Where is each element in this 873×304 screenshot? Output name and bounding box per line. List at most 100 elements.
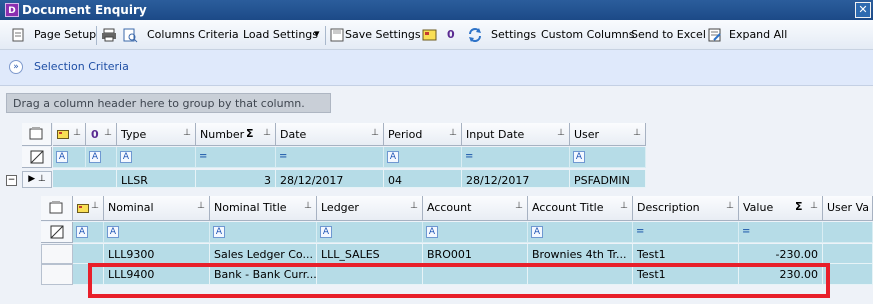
send-to-excel-button[interactable]: Send to Excel bbox=[631, 28, 706, 41]
child-header-ledger[interactable]: Ledger ⊥ bbox=[317, 196, 423, 221]
close-button[interactable]: ✕ bbox=[855, 2, 871, 18]
load-settings-button[interactable]: Load Settings bbox=[243, 28, 318, 41]
parent-filter-period[interactable]: A bbox=[384, 147, 462, 168]
parent-note-header[interactable]: ⊥ bbox=[53, 123, 86, 146]
header-label: Date bbox=[280, 128, 307, 141]
filter-equals-icon: = bbox=[465, 151, 474, 162]
expand-all-button[interactable]: Expand All bbox=[729, 28, 787, 41]
child-header-description[interactable]: Description ⊥ bbox=[633, 196, 739, 221]
child-row-value[interactable]: 230.00 bbox=[739, 264, 823, 285]
child-header-user-value[interactable]: User Va bbox=[823, 196, 873, 221]
parent-row-date[interactable]: 28/12/2017 bbox=[276, 170, 384, 188]
parent-filter-user[interactable]: A bbox=[570, 147, 646, 168]
parent-header-period[interactable]: Period ⊥ bbox=[384, 123, 462, 146]
page-setup-button[interactable]: Page Setup bbox=[34, 28, 96, 41]
save-settings-icon bbox=[329, 27, 345, 43]
child-row-description[interactable]: Test1 bbox=[633, 244, 739, 264]
parent-filter-input-date[interactable]: = bbox=[462, 147, 570, 168]
child-row-ledger[interactable]: LLL_SALES bbox=[317, 244, 423, 264]
child-row-ledger[interactable] bbox=[317, 264, 423, 285]
note-icon[interactable] bbox=[421, 27, 437, 43]
header-label: Account bbox=[427, 201, 472, 214]
parent-zero-header[interactable]: 0 ⊥ bbox=[86, 123, 117, 146]
parent-filter-note[interactable]: A bbox=[53, 147, 86, 168]
parent-row-user[interactable]: PSFADMIN bbox=[570, 170, 646, 188]
child-header-nominal-title[interactable]: Nominal Title ⊥ bbox=[210, 196, 317, 221]
child-row-indicator[interactable] bbox=[41, 264, 73, 285]
expand-selection-icon[interactable]: » bbox=[9, 60, 23, 74]
parent-header-date[interactable]: Date ⊥ bbox=[276, 123, 384, 146]
child-filter-nominal-title[interactable]: A bbox=[210, 222, 317, 243]
filter-icon: A bbox=[56, 151, 68, 163]
child-note-header[interactable]: ⊥ bbox=[73, 196, 104, 221]
pin-icon: ⊥ bbox=[91, 201, 99, 211]
child-header-account-title[interactable]: Account Title ⊥ bbox=[528, 196, 633, 221]
pin-icon: ⊥ bbox=[197, 201, 205, 211]
print-icon[interactable] bbox=[101, 27, 117, 43]
zero-icon[interactable]: 0 bbox=[447, 28, 455, 41]
parent-filter-date[interactable]: = bbox=[276, 147, 384, 168]
child-row-description[interactable]: Test1 bbox=[633, 264, 739, 285]
selection-criteria-label[interactable]: Selection Criteria bbox=[34, 60, 129, 73]
child-row-user-value[interactable] bbox=[823, 264, 873, 285]
parent-header-input-date[interactable]: Input Date ⊥ bbox=[462, 123, 570, 146]
filter-icon: A bbox=[320, 226, 332, 238]
refresh-icon[interactable] bbox=[467, 27, 483, 43]
child-row-nominal[interactable]: LLL9400 bbox=[104, 264, 210, 285]
child-filter-note[interactable]: A bbox=[73, 222, 104, 243]
title-bar: D Document Enquiry ✕ bbox=[0, 0, 873, 20]
custom-columns-button[interactable]: Custom Columns bbox=[541, 28, 635, 41]
child-row-nominal-title[interactable]: Bank - Bank Curr... bbox=[210, 264, 317, 285]
child-row-nominal-title[interactable]: Sales Ledger Co... bbox=[210, 244, 317, 264]
columns-button[interactable]: Columns bbox=[147, 28, 195, 41]
grid-area: ⊥ 0 ⊥ Type ⊥ Number Σ ⊥ Date ⊥ Period ⊥ … bbox=[0, 118, 873, 304]
parent-row-input-date[interactable]: 28/12/2017 bbox=[462, 170, 570, 188]
child-row-note-spacer bbox=[73, 264, 104, 285]
parent-filter-type[interactable]: A bbox=[117, 147, 196, 168]
expand-all-icon[interactable] bbox=[707, 27, 723, 43]
parent-filter-zero[interactable]: A bbox=[86, 147, 117, 168]
child-filter-value[interactable]: = bbox=[739, 222, 823, 243]
collapse-icon[interactable]: − bbox=[6, 175, 17, 186]
pin-icon: ⊥ bbox=[410, 201, 418, 211]
group-by-placeholder[interactable]: Drag a column header here to group by th… bbox=[6, 93, 331, 113]
child-row-value[interactable]: -230.00 bbox=[739, 244, 823, 264]
child-filter-account-title[interactable]: A bbox=[528, 222, 633, 243]
filter-icon: A bbox=[213, 226, 225, 238]
child-filter-account[interactable]: A bbox=[423, 222, 528, 243]
parent-row-period[interactable]: 04 bbox=[384, 170, 462, 188]
child-filter-row-indicator bbox=[41, 222, 73, 243]
child-filter-ledger[interactable]: A bbox=[317, 222, 423, 243]
child-row-account[interactable] bbox=[423, 264, 528, 285]
child-filter-nominal[interactable]: A bbox=[104, 222, 210, 243]
child-filter-description[interactable]: = bbox=[633, 222, 739, 243]
child-row-indicator[interactable] bbox=[41, 244, 73, 264]
child-row-nominal[interactable]: LLL9300 bbox=[104, 244, 210, 264]
filter-icon: A bbox=[107, 226, 119, 238]
parent-filter-number[interactable]: = bbox=[196, 147, 276, 168]
child-header-value[interactable]: Value Σ ⊥ bbox=[739, 196, 823, 221]
parent-row-type[interactable]: LLSR bbox=[117, 170, 196, 188]
save-settings-button[interactable]: Save Settings bbox=[345, 28, 421, 41]
child-header-account[interactable]: Account ⊥ bbox=[423, 196, 528, 221]
parent-header-number[interactable]: Number Σ ⊥ bbox=[196, 123, 276, 146]
child-row-user-value[interactable] bbox=[823, 244, 873, 264]
app-icon: D bbox=[5, 3, 19, 17]
parent-row-spacer bbox=[53, 170, 117, 188]
child-filter-user-value[interactable] bbox=[823, 222, 873, 243]
settings-button[interactable]: Settings bbox=[491, 28, 536, 41]
chevron-down-icon[interactable]: ▾ bbox=[314, 27, 320, 40]
header-label: Number bbox=[200, 128, 245, 141]
parent-header-type[interactable]: Type ⊥ bbox=[117, 123, 196, 146]
filter-icon: A bbox=[573, 151, 585, 163]
child-row-account-title[interactable] bbox=[528, 264, 633, 285]
header-label: Description bbox=[637, 201, 700, 214]
child-header-nominal[interactable]: Nominal ⊥ bbox=[104, 196, 210, 221]
parent-row-number[interactable]: 3 bbox=[196, 170, 276, 188]
parent-header-user[interactable]: User ⊥ bbox=[570, 123, 646, 146]
child-row-account[interactable]: BRO001 bbox=[423, 244, 528, 264]
pin-icon: ⊥ bbox=[304, 201, 312, 211]
criteria-button[interactable]: Criteria bbox=[198, 28, 239, 41]
preview-icon[interactable] bbox=[122, 27, 138, 43]
child-row-account-title[interactable]: Brownies 4th Tr... bbox=[528, 244, 633, 264]
